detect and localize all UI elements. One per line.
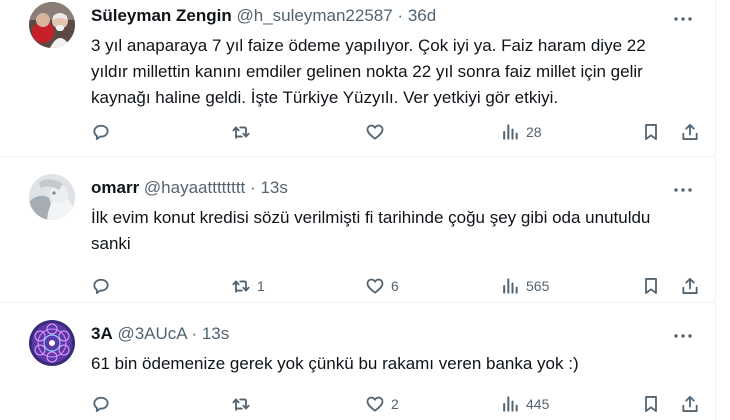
reply-button[interactable]: [91, 393, 117, 415]
retweet-icon: [231, 122, 251, 142]
bookmark-icon: [641, 276, 661, 296]
retweet-button[interactable]: [231, 393, 257, 415]
tweet-header: Süleyman Zengin @h_suleyman22587 · 36d: [91, 4, 436, 28]
views-button[interactable]: 28: [500, 121, 542, 143]
timestamp[interactable]: 13s: [202, 324, 229, 343]
heart-icon: [365, 122, 385, 142]
display-name[interactable]: 3A: [91, 324, 113, 343]
tweet[interactable]: 3A @3AUcA · 13s 61 bin ödemenize gerek y…: [0, 303, 716, 420]
retweet-button[interactable]: [231, 121, 257, 143]
bookmark-button[interactable]: [641, 275, 661, 297]
reply-icon: [91, 122, 111, 142]
like-button[interactable]: 2: [365, 393, 399, 415]
share-button[interactable]: [680, 275, 700, 297]
views-button[interactable]: 445: [500, 393, 549, 415]
views-icon: [500, 394, 520, 414]
reply-button[interactable]: [91, 121, 117, 143]
action-bar: 1 6 565: [91, 275, 703, 297]
bookmark-button[interactable]: [641, 121, 661, 143]
bookmark-button[interactable]: [641, 393, 661, 415]
timestamp[interactable]: 13s: [260, 178, 287, 197]
view-count: 565: [526, 278, 550, 294]
views-icon: [500, 122, 520, 142]
separator-dot: ·: [250, 178, 256, 197]
reply-icon: [91, 276, 111, 296]
share-icon: [680, 394, 700, 414]
share-button[interactable]: [680, 121, 700, 143]
heart-icon: [365, 276, 385, 296]
display-name[interactable]: Süleyman Zengin: [91, 6, 232, 25]
like-count: 6: [391, 278, 399, 294]
user-handle[interactable]: @3AUcA: [117, 324, 186, 343]
display-name[interactable]: omarr: [91, 178, 139, 197]
share-button[interactable]: [680, 393, 700, 415]
tweet-header: omarr @hayaatttttttt · 13s: [91, 176, 288, 200]
tweet[interactable]: omarr @hayaatttttttt · 13s İlk evim konu…: [0, 157, 716, 303]
user-handle[interactable]: @h_suleyman22587: [236, 6, 392, 25]
retweet-button[interactable]: 1: [231, 275, 265, 297]
more-icon[interactable]: [672, 8, 694, 30]
retweet-count: 1: [257, 278, 265, 294]
retweet-icon: [231, 276, 251, 296]
share-icon: [680, 122, 700, 142]
views-button[interactable]: 565: [500, 275, 549, 297]
action-bar: 2 445: [91, 393, 703, 415]
more-icon[interactable]: [672, 325, 694, 347]
retweet-icon: [231, 394, 251, 414]
avatar[interactable]: [29, 320, 75, 366]
view-count: 445: [526, 396, 550, 412]
tweet-header: 3A @3AUcA · 13s: [91, 322, 229, 346]
separator-dot: ·: [397, 6, 404, 25]
avatar[interactable]: [29, 2, 75, 48]
reply-icon: [91, 394, 111, 414]
separator-dot: ·: [191, 324, 198, 343]
avatar[interactable]: [29, 174, 75, 220]
views-icon: [500, 276, 520, 296]
action-bar: 28: [91, 121, 703, 143]
view-count: 28: [526, 124, 542, 140]
like-button[interactable]: 6: [365, 275, 399, 297]
user-handle[interactable]: @hayaatttttttt: [144, 178, 245, 197]
timestamp[interactable]: 36d: [408, 6, 436, 25]
share-icon: [680, 276, 700, 296]
heart-icon: [365, 394, 385, 414]
reply-feed: Süleyman Zengin @h_suleyman22587 · 36d 3…: [0, 0, 716, 420]
more-icon[interactable]: [672, 179, 694, 201]
bookmark-icon: [641, 122, 661, 142]
tweet-text: 3 yıl anaparaya 7 yıl faize ödeme yapılı…: [91, 36, 646, 107]
bookmark-icon: [641, 394, 661, 414]
tweet-text: İlk evim konut kredisi sözü verilmişti f…: [91, 208, 651, 253]
like-count: 2: [391, 396, 399, 412]
like-button[interactable]: [365, 121, 391, 143]
tweet[interactable]: Süleyman Zengin @h_suleyman22587 · 36d 3…: [0, 0, 716, 157]
reply-button[interactable]: [91, 275, 117, 297]
tweet-text: 61 bin ödemenize gerek yok çünkü bu raka…: [91, 354, 579, 373]
